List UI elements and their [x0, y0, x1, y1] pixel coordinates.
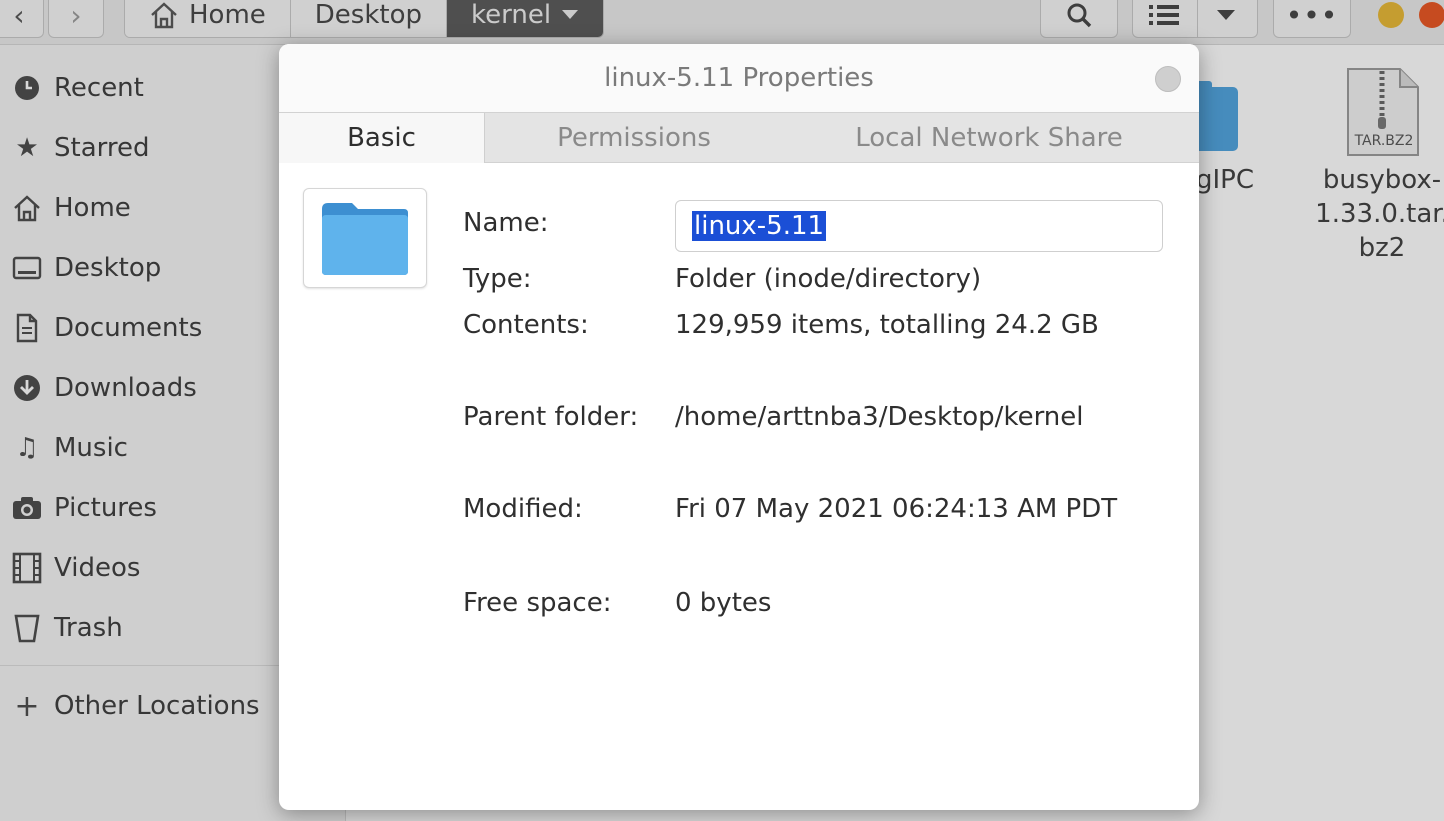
dialog-title: linux-5.11 Properties — [604, 63, 874, 93]
parent-folder-label: Parent folder: — [463, 402, 639, 432]
type-value: Folder (inode/directory) — [675, 264, 982, 294]
tab-permissions[interactable]: Permissions — [524, 113, 744, 163]
type-label: Type: — [463, 264, 532, 294]
contents-label: Contents: — [463, 310, 589, 340]
contents-value: 129,959 items, totalling 24.2 GB — [675, 310, 1099, 340]
properties-dialog: linux-5.11 Properties Basic Permissions … — [279, 44, 1199, 810]
dialog-tabs: Basic Permissions Local Network Share — [279, 112, 1199, 163]
tab-basic[interactable]: Basic — [279, 113, 485, 163]
name-field-value: linux-5.11 — [692, 211, 827, 241]
folder-icon — [322, 203, 408, 275]
dialog-close-button[interactable] — [1155, 66, 1181, 92]
folder-icon-button[interactable] — [303, 188, 427, 288]
free-space-value: 0 bytes — [675, 588, 772, 618]
name-label: Name: — [463, 208, 549, 238]
modified-label: Modified: — [463, 494, 583, 524]
name-field[interactable]: linux-5.11 — [675, 200, 1163, 252]
parent-folder-value: /home/arttnba3/Desktop/kernel — [675, 402, 1084, 432]
free-space-label: Free space: — [463, 588, 612, 618]
dialog-titlebar: linux-5.11 Properties — [279, 44, 1199, 112]
tab-local-network-share[interactable]: Local Network Share — [839, 113, 1139, 163]
modified-value: Fri 07 May 2021 06:24:13 AM PDT — [675, 494, 1118, 524]
